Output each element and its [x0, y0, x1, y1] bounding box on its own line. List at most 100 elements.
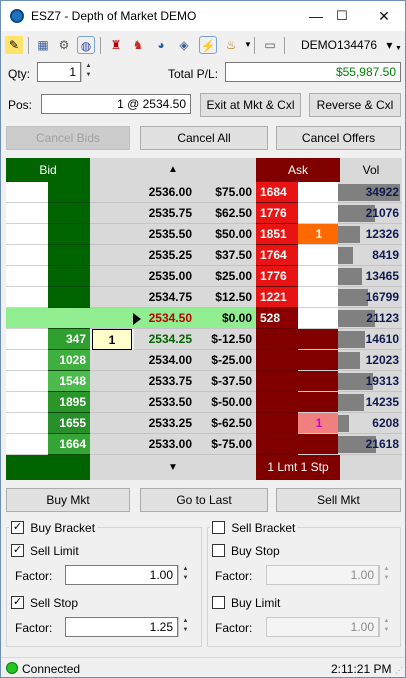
- bid-order-cell[interactable]: [6, 224, 48, 245]
- cancel-offers-button[interactable]: Cancel Offers: [276, 126, 401, 150]
- working-order-cell[interactable]: [90, 287, 134, 308]
- bid-order-cell[interactable]: [6, 371, 48, 392]
- ladder-row[interactable]: 1028 2534.00 $-25.00 12023: [6, 350, 402, 371]
- data-icon[interactable]: ◍: [77, 36, 95, 54]
- working-order-cell[interactable]: [90, 224, 134, 245]
- buy-stop-factor-stepper[interactable]: ▲ ▼: [379, 565, 393, 585]
- working-order-cell[interactable]: [90, 245, 134, 266]
- close-button[interactable]: ✕: [369, 5, 399, 27]
- ladder-row[interactable]: 1548 2533.75 $-37.50 19313: [6, 371, 402, 392]
- maximize-button[interactable]: ☐: [327, 5, 357, 27]
- buy-stop-factor-input[interactable]: 1.00: [266, 565, 379, 585]
- ask-order-cell[interactable]: [298, 203, 340, 224]
- bid-order-cell[interactable]: [6, 287, 48, 308]
- globe-icon[interactable]: ◕: [152, 36, 170, 54]
- ask-order-cell[interactable]: [298, 392, 340, 413]
- sell-mkt-button[interactable]: Sell Mkt: [276, 488, 401, 512]
- paint-icon[interactable]: ♨: [222, 36, 240, 54]
- bid-size-cell[interactable]: 347: [48, 329, 90, 350]
- ladder-row[interactable]: 2534.50 $0.00 528 21123: [6, 308, 402, 329]
- bid-order-cell[interactable]: [6, 350, 48, 371]
- bid-order-cell[interactable]: [6, 245, 48, 266]
- go-to-last-button[interactable]: Go to Last: [140, 488, 268, 512]
- bid-size-cell[interactable]: [48, 245, 90, 266]
- ask-size-cell[interactable]: 1221: [256, 287, 298, 308]
- bid-order-cell[interactable]: [6, 266, 48, 287]
- ask-size-cell[interactable]: 1764: [256, 245, 298, 266]
- ask-size-cell[interactable]: 1684: [256, 182, 298, 203]
- ladder-row[interactable]: 1664 2533.00 $-75.00 21618: [6, 434, 402, 455]
- ladder-row[interactable]: 1655 2533.25 $-62.50 1 6208: [6, 413, 402, 434]
- cancel-all-button[interactable]: Cancel All: [140, 126, 268, 150]
- bid-order-cell[interactable]: [6, 182, 48, 203]
- chart-icon[interactable]: ▭: [261, 36, 279, 54]
- ladder-row[interactable]: 2535.50 $50.00 1851 1 12326: [6, 224, 402, 245]
- bid-size-cell[interactable]: [48, 266, 90, 287]
- ladder-row[interactable]: 2536.00 $75.00 1684 34922: [6, 182, 402, 203]
- bid-size-cell[interactable]: [48, 182, 90, 203]
- ladder-row[interactable]: 1895 2533.50 $-50.00 14235: [6, 392, 402, 413]
- buy-bracket-checkbox[interactable]: ✓: [11, 521, 24, 535]
- shield-icon[interactable]: ◈: [175, 36, 193, 54]
- sell-limit-checkbox[interactable]: ✓: [11, 544, 24, 557]
- ask-order-cell[interactable]: [298, 266, 340, 287]
- sell-bracket-checkbox[interactable]: [212, 521, 225, 535]
- ask-order-cell[interactable]: [298, 182, 340, 203]
- working-order-cell[interactable]: [90, 350, 134, 371]
- bid-order-cell[interactable]: [6, 413, 48, 434]
- buy-limit-factor-input[interactable]: 1.00: [266, 617, 379, 637]
- cancel-bids-button[interactable]: Cancel Bids: [6, 126, 130, 150]
- chevron-down-icon[interactable]: ▼: [395, 45, 402, 52]
- qty-stepper[interactable]: ▲ ▼: [81, 62, 95, 82]
- sell-stop-factor-stepper[interactable]: ▲ ▼: [178, 617, 192, 637]
- working-order-cell[interactable]: [90, 203, 134, 224]
- buy-limit-factor-stepper[interactable]: ▲ ▼: [379, 617, 393, 637]
- buy-limit-checkbox[interactable]: [212, 596, 225, 609]
- ask-size-cell[interactable]: [256, 413, 298, 434]
- bid-order-cell[interactable]: [6, 434, 48, 455]
- working-order-cell[interactable]: 1: [92, 329, 132, 350]
- ask-size-cell[interactable]: 1851: [256, 224, 298, 245]
- order-ticket-icon[interactable]: ♜: [107, 36, 125, 54]
- ladder-row[interactable]: 2535.25 $37.50 1764 8419: [6, 245, 402, 266]
- ask-order-cell[interactable]: [298, 350, 340, 371]
- sell-limit-factor-input[interactable]: 1.00: [65, 565, 178, 585]
- reverse-button[interactable]: Reverse & Cxl: [309, 93, 401, 117]
- bid-size-cell[interactable]: 1548: [48, 371, 90, 392]
- bid-order-cell[interactable]: [6, 203, 48, 224]
- ask-size-cell[interactable]: [256, 329, 298, 350]
- qty-input[interactable]: 1: [37, 62, 81, 82]
- ask-size-cell[interactable]: [256, 371, 298, 392]
- sell-stop-checkbox[interactable]: ✓: [11, 596, 24, 609]
- bid-order-cell[interactable]: [6, 329, 48, 350]
- working-order-cell[interactable]: [90, 182, 134, 203]
- bid-order-cell[interactable]: [6, 308, 48, 329]
- exit-at-mkt-button[interactable]: Exit at Mkt & Cxl: [200, 93, 301, 117]
- bid-size-cell[interactable]: 1655: [48, 413, 90, 434]
- sell-limit-factor-stepper[interactable]: ▲ ▼: [178, 565, 192, 585]
- resize-grip-icon[interactable]: ⋰: [395, 666, 403, 675]
- ask-size-cell[interactable]: [256, 392, 298, 413]
- scroll-down-icon[interactable]: ▼: [90, 455, 256, 480]
- ladder-row[interactable]: 2535.75 $62.50 1776 21076: [6, 203, 402, 224]
- working-order-cell[interactable]: [90, 371, 134, 392]
- ask-order-cell[interactable]: [298, 329, 340, 350]
- working-order-cell[interactable]: [90, 434, 134, 455]
- ask-order-cell[interactable]: 1: [298, 413, 340, 434]
- settings-gear-icon[interactable]: ⚙: [55, 36, 73, 54]
- ask-size-cell[interactable]: 528: [256, 308, 298, 329]
- ask-order-cell[interactable]: [298, 308, 340, 329]
- ask-order-cell[interactable]: [298, 287, 340, 308]
- ask-size-cell[interactable]: 1776: [256, 203, 298, 224]
- working-order-cell[interactable]: [90, 392, 134, 413]
- ask-order-cell[interactable]: [298, 434, 340, 455]
- account-selector[interactable]: DEMO134476 ▾: [301, 38, 392, 52]
- ask-order-cell[interactable]: [298, 371, 340, 392]
- bid-size-cell[interactable]: [48, 287, 90, 308]
- ladder-row[interactable]: 347 1 2534.25 $-12.50 14610: [6, 329, 402, 350]
- ask-size-cell[interactable]: [256, 350, 298, 371]
- bid-order-cell[interactable]: [6, 392, 48, 413]
- bid-size-cell[interactable]: [48, 308, 90, 329]
- working-order-cell[interactable]: [90, 308, 134, 329]
- bid-size-cell[interactable]: 1895: [48, 392, 90, 413]
